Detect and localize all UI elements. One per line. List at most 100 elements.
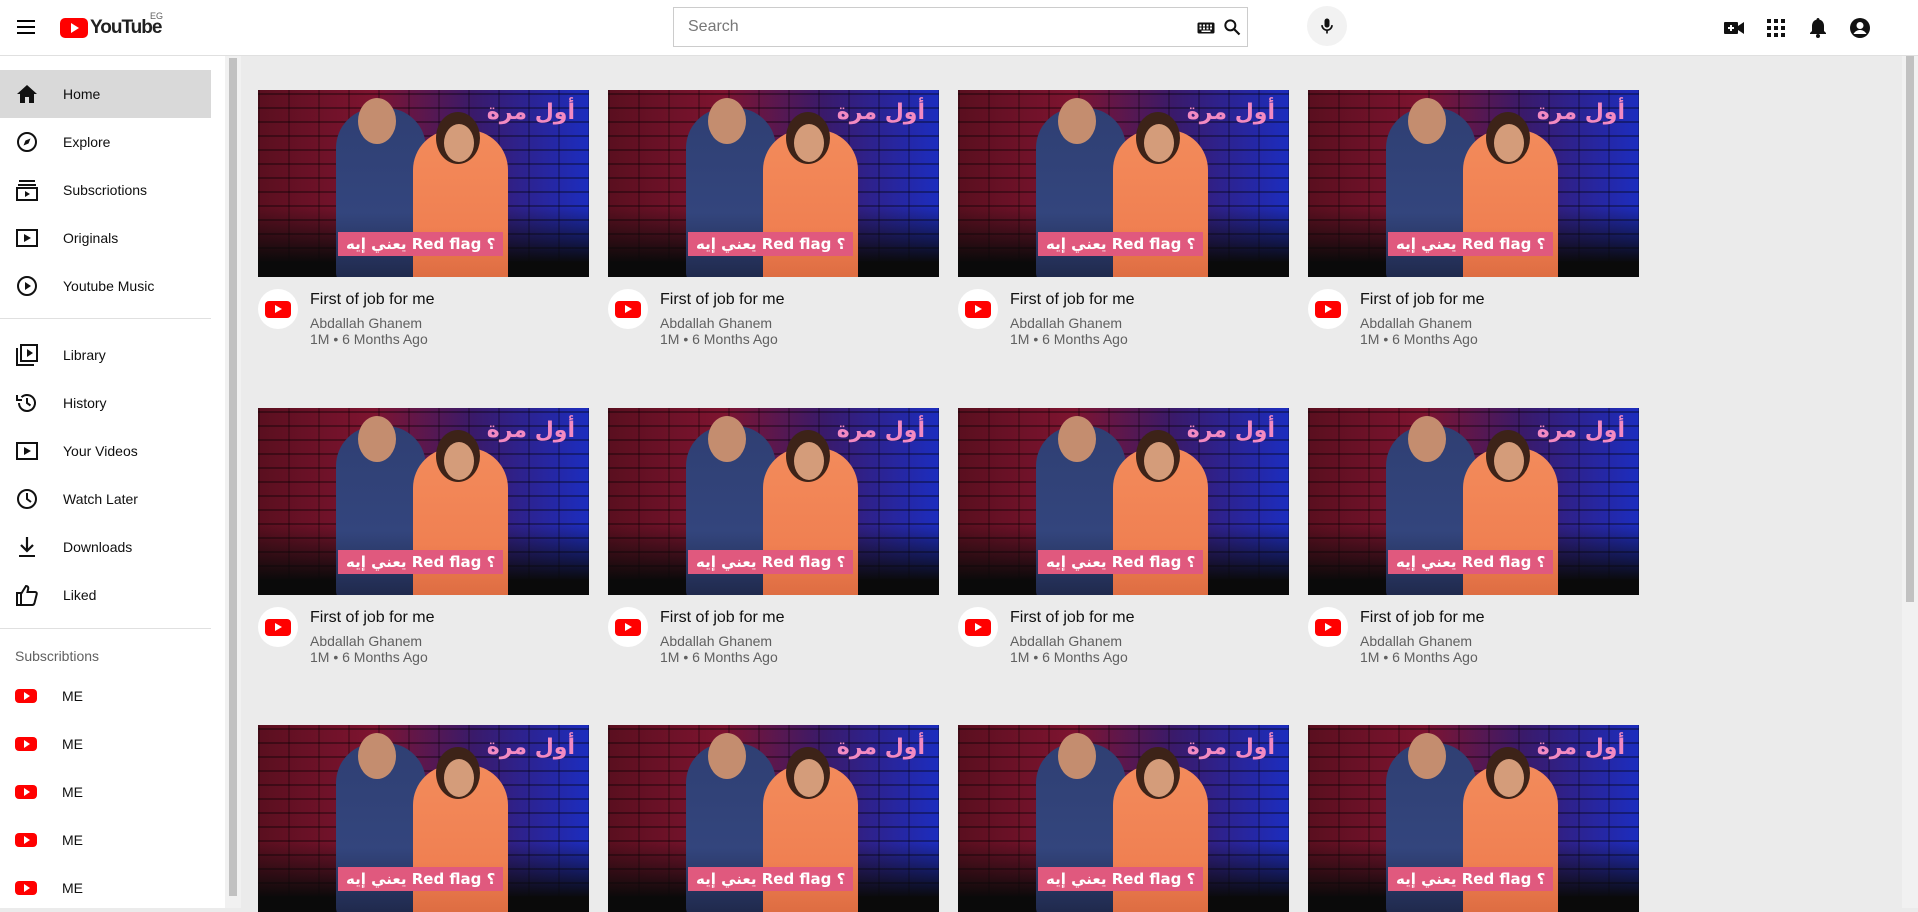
sidebar-item-watch-later[interactable]: Watch Later [0, 475, 211, 523]
thumbnail-brand-text: أول مرة [486, 100, 575, 125]
channel-avatar[interactable] [1308, 289, 1348, 329]
channel-name[interactable]: Abdallah Ghanem [1010, 633, 1122, 649]
video-thumbnail[interactable]: أول مرة يعني إيه Red flag ؟ [958, 725, 1289, 912]
sidebar-item-your-videos[interactable]: Your Videos [0, 427, 211, 475]
video-card[interactable]: أول مرة يعني إيه Red flag ؟ First of job… [258, 408, 589, 665]
originals-icon [15, 226, 39, 250]
sidebar-item-label: Downloads [63, 539, 133, 555]
sidebar-item-library[interactable]: Library [0, 331, 211, 379]
sidebar-item-label: History [63, 395, 107, 411]
video-card[interactable]: أول مرة يعني إيه Red flag ؟ First of job… [258, 90, 589, 347]
channel-avatar[interactable] [258, 607, 298, 647]
thumbnail-banner-text: يعني إيه Red flag ؟ [688, 550, 854, 574]
music-icon [15, 274, 39, 298]
channel-avatar[interactable] [258, 289, 298, 329]
thumbnail-banner-text: يعني إيه Red flag ؟ [338, 550, 504, 574]
video-title[interactable]: First of job for me [1010, 291, 1134, 309]
video-title[interactable]: First of job for me [660, 291, 784, 309]
sidebar-item-label: Originals [63, 230, 119, 246]
channel-name[interactable]: Abdallah Ghanem [1010, 315, 1122, 331]
video-thumbnail[interactable]: أول مرة يعني إيه Red flag ؟ [1308, 725, 1639, 912]
sidebar-item-originals[interactable]: Originals [0, 214, 211, 262]
video-thumbnail[interactable]: أول مرة يعني إيه Red flag ؟ [608, 90, 939, 277]
video-title[interactable]: First of job for me [1360, 291, 1484, 309]
video-stats: 1M • 6 Months Ago [1010, 331, 1128, 347]
channel-name[interactable]: Abdallah Ghanem [310, 315, 422, 331]
sidebar-item-label: Library [63, 347, 106, 363]
thumbnail-brand-text: أول مرة [836, 100, 925, 125]
channel-avatar[interactable] [1308, 607, 1348, 647]
video-thumbnail[interactable]: أول مرة يعني إيه Red flag ؟ [958, 408, 1289, 595]
channel-avatar[interactable] [958, 607, 998, 647]
channel-name[interactable]: Abdallah Ghanem [660, 633, 772, 649]
sidebar-item-youtube-music[interactable]: Youtube Music [0, 262, 211, 310]
video-thumbnail[interactable]: أول مرة يعني إيه Red flag ؟ [958, 90, 1289, 277]
channel-name[interactable]: Abdallah Ghanem [310, 633, 422, 649]
channel-avatar[interactable] [958, 289, 998, 329]
video-card[interactable]: أول مرة يعني إيه Red flag ؟ First of job… [608, 90, 939, 347]
sidebar-item-history[interactable]: History [0, 379, 211, 427]
compass-icon [15, 130, 39, 154]
search-button[interactable] [1217, 8, 1247, 46]
sidebar-item-home[interactable]: Home [0, 70, 211, 118]
video-card[interactable]: أول مرة يعني إيه Red flag ؟ First of job… [958, 90, 1289, 347]
channel-name[interactable]: Abdallah Ghanem [660, 315, 772, 331]
video-title[interactable]: First of job for me [310, 609, 434, 627]
notifications-icon[interactable] [1806, 16, 1830, 40]
video-card[interactable]: أول مرة يعني إيه Red flag ؟ First of job… [958, 408, 1289, 665]
channel-avatar[interactable] [608, 289, 648, 329]
sidebar-subscription-item[interactable]: ME [0, 816, 211, 864]
sidebar-subscription-item[interactable]: ME [0, 720, 211, 768]
search-box [673, 7, 1248, 47]
video-card[interactable]: أول مرة يعني إيه Red flag ؟ [258, 725, 589, 912]
video-card[interactable]: أول مرة يعني إيه Red flag ؟ [608, 725, 939, 912]
thumbnail-brand-text: أول مرة [1186, 735, 1275, 760]
menu-icon[interactable] [14, 16, 38, 40]
video-title[interactable]: First of job for me [660, 609, 784, 627]
video-thumbnail[interactable]: أول مرة يعني إيه Red flag ؟ [258, 725, 589, 912]
create-video-icon[interactable] [1722, 16, 1746, 40]
sidebar-scrollbar-thumb[interactable] [229, 58, 237, 896]
channel-name[interactable]: Abdallah Ghanem [1360, 315, 1472, 331]
sidebar-subscription-item[interactable]: ME [0, 768, 211, 816]
sidebar-item-liked[interactable]: Liked [0, 571, 211, 619]
video-thumbnail[interactable]: أول مرة يعني إيه Red flag ؟ [1308, 408, 1639, 595]
channel-avatar-icon [14, 732, 38, 756]
channel-logo-icon [1315, 618, 1341, 636]
country-code: EG [150, 11, 164, 21]
video-thumbnail[interactable]: أول مرة يعني إيه Red flag ؟ [608, 408, 939, 595]
video-title[interactable]: First of job for me [1360, 609, 1484, 627]
video-card[interactable]: أول مرة يعني إيه Red flag ؟ [958, 725, 1289, 912]
video-card[interactable]: أول مرة يعني إيه Red flag ؟ First of job… [608, 408, 939, 665]
video-title[interactable]: First of job for me [1010, 609, 1134, 627]
video-card[interactable]: أول مرة يعني إيه Red flag ؟ [1308, 725, 1639, 912]
video-thumbnail[interactable]: أول مرة يعني إيه Red flag ؟ [258, 408, 589, 595]
channel-name[interactable]: Abdallah Ghanem [1360, 633, 1472, 649]
youtube-logo[interactable]: YouTube EG [60, 11, 163, 40]
channel-avatar[interactable] [608, 607, 648, 647]
voice-search-button[interactable] [1307, 6, 1347, 46]
watch-later-icon [15, 487, 39, 511]
video-card[interactable]: أول مرة يعني إيه Red flag ؟ First of job… [1308, 408, 1639, 665]
your-videos-icon [15, 439, 39, 463]
sidebar-item-subscriptions[interactable]: Subscriotions [0, 166, 211, 214]
sidebar-item-explore[interactable]: Explore [0, 118, 211, 166]
thumbs-up-icon [15, 583, 39, 607]
video-title[interactable]: First of job for me [310, 291, 434, 309]
search-input[interactable] [674, 8, 1195, 46]
sidebar-item-downloads[interactable]: Downloads [0, 523, 211, 571]
video-card[interactable]: أول مرة يعني إيه Red flag ؟ First of job… [1308, 90, 1639, 347]
video-thumbnail[interactable]: أول مرة يعني إيه Red flag ؟ [608, 725, 939, 912]
keyboard-icon[interactable] [1195, 8, 1217, 48]
video-thumbnail[interactable]: أول مرة يعني إيه Red flag ؟ [258, 90, 589, 277]
video-thumbnail[interactable]: أول مرة يعني إيه Red flag ؟ [1308, 90, 1639, 277]
sidebar-item-label: Liked [63, 587, 97, 603]
page-scrollbar-thumb[interactable] [1906, 2, 1914, 602]
sidebar-item-label: ME [62, 736, 83, 752]
sidebar-subscription-item[interactable]: ME [0, 864, 211, 912]
channel-logo-icon [1315, 300, 1341, 318]
account-icon[interactable] [1848, 16, 1872, 40]
apps-icon[interactable] [1764, 16, 1788, 40]
video-grid: أول مرة يعني إيه Red flag ؟ First of job… [242, 56, 1900, 912]
sidebar-subscription-item[interactable]: ME [0, 672, 211, 720]
